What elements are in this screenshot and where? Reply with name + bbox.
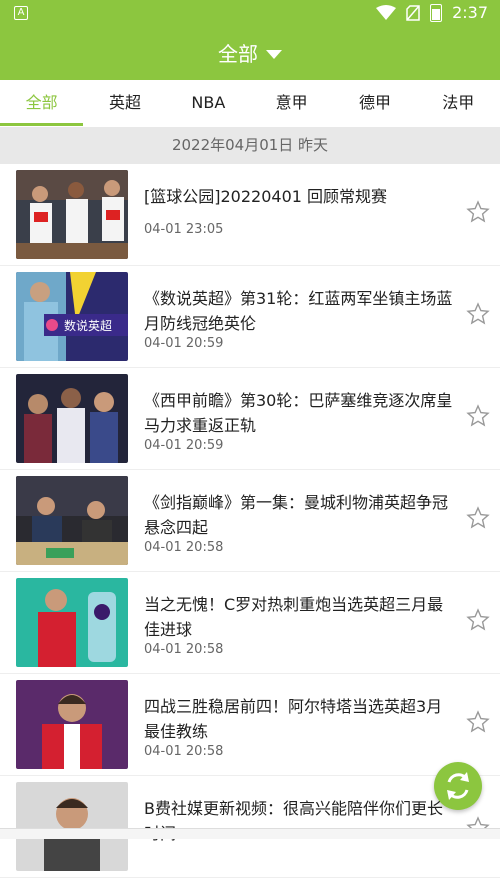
- star-outline-icon[interactable]: [466, 710, 490, 734]
- tab-premier-league[interactable]: 英超: [83, 80, 166, 126]
- item-title: 当之无愧！C罗对热刺重炮当选英超三月最佳进球: [144, 595, 444, 639]
- list-item[interactable]: 四战三胜稳居前四！阿尔特塔当选英超3月最佳教练 04-01 20:58: [0, 674, 500, 776]
- video-thumbnail: [16, 170, 128, 259]
- video-thumbnail: [16, 680, 128, 769]
- tab-nba[interactable]: NBA: [167, 80, 250, 126]
- battery-icon: [430, 3, 443, 22]
- tab-serie-a[interactable]: 意甲: [250, 80, 333, 126]
- app-notification-icon: A: [14, 6, 28, 20]
- item-title: 四战三胜稳居前四！阿尔特塔当选英超3月最佳教练: [144, 697, 443, 741]
- item-time: 04-01 20:58: [144, 540, 224, 555]
- list-item[interactable]: 《剑指巅峰》第一集：曼城利物浦英超争冠悬念四起 04-01 20:58: [0, 470, 500, 572]
- star-outline-icon[interactable]: [466, 404, 490, 428]
- wifi-icon: [376, 4, 397, 20]
- category-dropdown[interactable]: 全部: [0, 36, 500, 72]
- star-outline-icon[interactable]: [466, 302, 490, 326]
- list-item[interactable]: 《西甲前瞻》第30轮：巴萨塞维竞逐次席皇马力求重返正轨 04-01 20:59: [0, 368, 500, 470]
- list-item[interactable]: B费社媒更新视频：很高兴能陪伴你们更长时间: [0, 776, 500, 878]
- item-time: 04-01 20:59: [144, 336, 224, 351]
- svg-text:数说英超: 数说英超: [64, 318, 112, 333]
- item-title: [篮球公园]20220401 回顾常规赛: [144, 187, 388, 206]
- refresh-icon: [447, 772, 469, 800]
- tab-ligue-1[interactable]: 法甲: [417, 80, 500, 126]
- no-sim-icon: [406, 4, 420, 21]
- tab-bundesliga[interactable]: 德甲: [333, 80, 416, 126]
- status-bar: A 2:37: [0, 0, 500, 28]
- video-thumbnail: [16, 374, 128, 463]
- league-tabs: 全部 英超 NBA 意甲 德甲 法甲: [0, 80, 500, 126]
- item-time: 04-01 20:58: [144, 744, 224, 759]
- item-title: 《西甲前瞻》第30轮：巴萨塞维竞逐次席皇马力求重返正轨: [144, 391, 453, 435]
- refresh-button[interactable]: [434, 762, 482, 810]
- tab-all[interactable]: 全部: [0, 80, 84, 126]
- video-thumbnail: [16, 476, 128, 565]
- item-time: 04-01 20:58: [144, 642, 224, 657]
- list-item[interactable]: 数说英超 《数说英超》第31轮：红蓝两军坐镇主场蓝月防线冠绝英伦 04-01 2…: [0, 266, 500, 368]
- bottom-navigation[interactable]: [0, 828, 500, 839]
- list-item[interactable]: 当之无愧！C罗对热刺重炮当选英超三月最佳进球 04-01 20:58: [0, 572, 500, 674]
- video-thumbnail: [16, 782, 128, 871]
- page-title: 全部: [218, 42, 258, 66]
- caret-down-icon: [266, 49, 282, 59]
- star-outline-icon[interactable]: [466, 608, 490, 632]
- item-title: 《剑指巅峰》第一集：曼城利物浦英超争冠悬念四起: [144, 493, 449, 537]
- app-header: A 2:37 全部: [0, 0, 500, 80]
- list-item[interactable]: [篮球公园]20220401 回顾常规赛 04-01 23:05: [0, 164, 500, 266]
- star-outline-icon[interactable]: [466, 506, 490, 530]
- star-outline-icon[interactable]: [466, 200, 490, 224]
- video-thumbnail: 数说英超: [16, 272, 128, 361]
- video-thumbnail: [16, 578, 128, 667]
- status-time: 2:37: [452, 3, 488, 22]
- video-list: [篮球公园]20220401 回顾常规赛 04-01 23:05 数说英超 《数…: [0, 164, 500, 878]
- item-title: 《数说英超》第31轮：红蓝两军坐镇主场蓝月防线冠绝英伦: [144, 289, 453, 333]
- date-header: 2022年04月01日 昨天: [0, 127, 500, 164]
- item-time: 04-01 20:59: [144, 438, 224, 453]
- item-time: 04-01 23:05: [144, 222, 224, 237]
